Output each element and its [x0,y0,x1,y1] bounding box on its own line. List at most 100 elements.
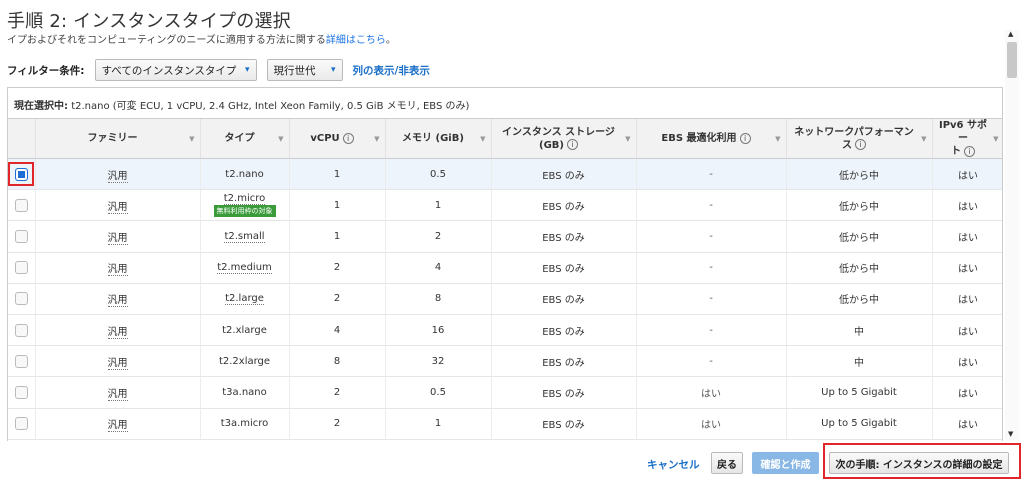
info-icon[interactable]: i [964,145,975,157]
table-row[interactable]: 汎用 t2.nano 1 0.5 EBS のみ - 低から中 はい [8,158,1002,191]
sort-icon: ▼ [775,135,781,143]
vcpu-cell: 2 [289,283,386,315]
row-checkbox[interactable] [14,385,28,399]
memory-value: 4 [434,262,442,274]
vcpu-value: 2 [333,293,341,305]
header-select [8,119,36,159]
vcpu-cell: 1 [289,189,386,222]
network-cell: 低から中 [786,220,933,253]
storage-cell: EBS のみ [491,220,637,253]
selection-highlight [8,162,35,187]
memory-value: 32 [431,355,445,367]
ebs-value: - [709,293,713,305]
memory-cell: 1 [385,189,492,222]
memory-value: 0.5 [430,386,446,398]
instance-type-filter-value: すべてのインスタンスタイプ [101,64,237,77]
scrollbar-thumb[interactable] [1007,42,1017,78]
sort-icon: ▼ [480,135,486,143]
header-family[interactable]: ファミリー ▼ [35,119,201,159]
memory-value: 16 [431,324,445,336]
network-cell: 低から中 [786,189,933,222]
vcpu-cell: 8 [289,345,386,378]
info-icon[interactable]: i [566,139,578,150]
vcpu-cell: 2 [289,376,386,409]
row-checkbox[interactable] [14,229,28,243]
table-row[interactable]: 汎用 t2.xlarge 4 16 EBS のみ - 中 はい [8,314,1002,347]
table-row[interactable]: 汎用 t2.small 1 2 EBS のみ - 低から中 はい [8,220,1002,253]
select-cell[interactable] [8,158,36,191]
type-value: t3a.micro [220,418,269,430]
network-value: Up to 5 Gigabit [821,386,897,398]
header-type[interactable]: タイプ ▼ [200,119,290,159]
ipv6-value: はい [958,326,978,338]
type-cell: t2.medium [200,252,290,284]
row-checkbox[interactable] [14,354,28,368]
chevron-down-icon: ▾ [330,65,336,75]
header-instance-storage[interactable]: インスタンス ストレージ (GB) i ▼ [491,119,637,159]
sort-icon: ▼ [278,135,284,143]
filter-label: フィルター条件: [7,64,85,77]
select-cell[interactable] [8,189,36,222]
memory-cell: 8 [385,283,492,315]
cancel-link[interactable]: キャンセル [647,457,700,472]
table-row[interactable]: 汎用 t2.micro 無料利用枠の対象 1 1 EBS のみ - 低から中 はい [8,189,1002,222]
scrollbar-track[interactable] [1005,30,1019,441]
family-cell: 汎用 [35,283,201,315]
type-value: t2.large [225,293,264,306]
select-cell[interactable] [8,408,36,440]
ipv6-cell: はい [932,158,1002,191]
network-cell: Up to 5 Gigabit [786,408,933,440]
scroll-down-icon[interactable]: ▼ [1008,430,1013,438]
table-row[interactable]: 汎用 t3a.micro 2 1 EBS のみ はい Up to 5 Gigabit はい [8,408,1002,440]
ipv6-value: はい [958,420,978,432]
info-icon[interactable]: i [855,139,866,150]
header-vcpu[interactable]: vCPU i ▼ [289,119,386,159]
instance-type-table: ファミリー ▼ タイプ ▼ vCPU i ▼ メモリ (GiB) ▼ インスタンス ストレ… [8,119,1002,440]
row-checkbox[interactable] [14,292,28,306]
show-hide-columns-link[interactable]: 列の表示/非表示 [353,63,430,78]
storage-value: EBS のみ [542,420,585,432]
table-row[interactable]: 汎用 t2.medium 2 4 EBS のみ - 低から中 はい [8,252,1002,284]
header-memory[interactable]: メモリ (GiB) ▼ [385,119,492,159]
ipv6-cell: はい [932,283,1002,315]
family-value: 汎用 [107,326,128,339]
table-row[interactable]: 汎用 t2.large 2 8 EBS のみ - 低から中 はい [8,283,1002,315]
family-cell: 汎用 [35,408,201,440]
info-icon[interactable]: i [342,132,354,144]
header-ipv6[interactable]: IPv6 サポート i ▼ [932,119,1002,159]
storage-cell: EBS のみ [491,345,637,378]
select-cell[interactable] [8,376,36,409]
memory-value: 1 [434,199,442,211]
select-cell[interactable] [8,220,36,253]
table-row[interactable]: 汎用 t2.2xlarge 8 32 EBS のみ - 中 はい [8,345,1002,378]
header-ebs-optimized[interactable]: EBS 最適化利用 i ▼ [636,119,787,159]
row-checkbox[interactable] [14,167,28,181]
row-checkbox[interactable] [14,323,28,337]
family-value: 汎用 [107,232,128,245]
row-checkbox[interactable] [14,261,28,275]
header-network-performance[interactable]: ネットワークパフォーマンス i ▼ [786,119,933,159]
generation-filter-dropdown[interactable]: 現行世代 ▾ [266,59,343,81]
learn-more-link[interactable]: 詳細はこちら [326,35,386,46]
network-value: 低から中 [839,232,879,244]
storage-cell: EBS のみ [491,314,637,347]
select-cell[interactable] [8,314,36,347]
review-and-launch-button[interactable]: 確認と作成 [752,452,819,474]
generation-filter-value: 現行世代 [273,64,316,77]
vcpu-cell: 1 [289,220,386,253]
ebs-cell: はい [636,408,787,440]
memory-cell: 16 [385,314,492,347]
scroll-up-icon[interactable]: ▲ [1008,30,1013,38]
instance-type-filter-dropdown[interactable]: すべてのインスタンスタイプ ▾ [94,59,257,81]
row-checkbox[interactable] [14,417,28,431]
back-button[interactable]: 戻る [711,452,743,474]
select-cell[interactable] [8,345,36,378]
ebs-value: - [709,199,713,211]
header-ipv6-label-2: ト [951,146,961,157]
table-row[interactable]: 汎用 t3a.nano 2 0.5 EBS のみ はい Up to 5 Gigabit はい [8,376,1002,409]
info-icon[interactable]: i [739,132,751,144]
select-cell[interactable] [8,252,36,284]
select-cell[interactable] [8,283,36,315]
row-checkbox[interactable] [14,198,28,212]
vcpu-value: 1 [333,168,341,180]
